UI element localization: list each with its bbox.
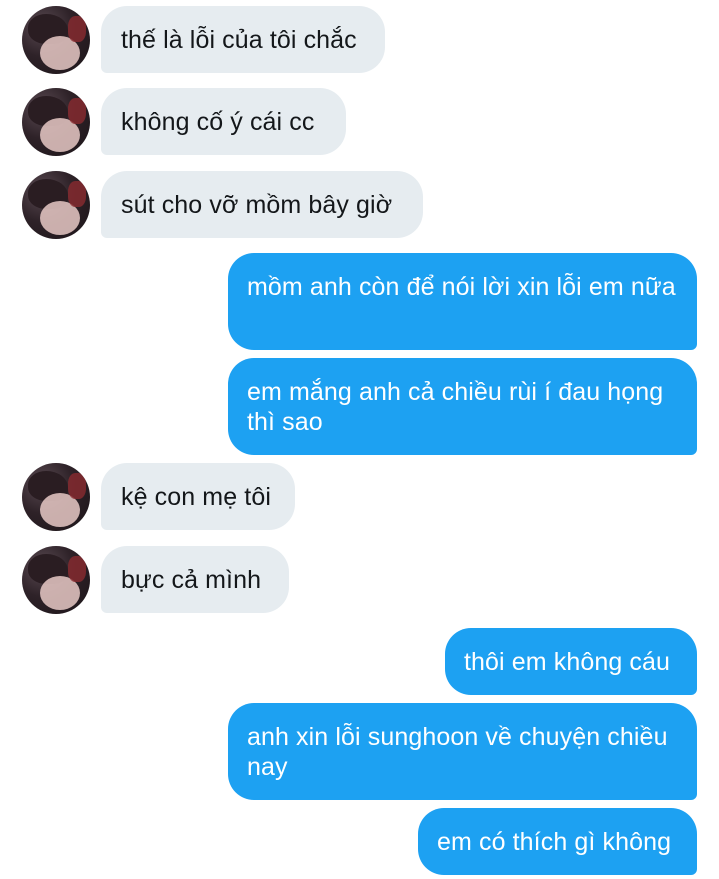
message-thread: thế là lỗi của tôi chắc không cố ý cái c… (0, 0, 719, 879)
user-avatar-icon[interactable] (22, 463, 90, 531)
outgoing-message-bubble[interactable]: em mắng anh cả chiều rùi í đau họng thì … (228, 358, 697, 455)
incoming-message-bubble[interactable]: thế là lỗi của tôi chắc (101, 6, 385, 73)
outgoing-message-bubble[interactable]: thôi em không cáu (445, 628, 697, 695)
user-avatar-icon[interactable] (22, 6, 90, 74)
outgoing-message-bubble[interactable]: anh xin lỗi sunghoon về chuyện chiều nay (228, 703, 697, 800)
user-avatar-icon[interactable] (22, 88, 90, 156)
incoming-message-bubble[interactable]: không cố ý cái cc (101, 88, 346, 155)
user-avatar-icon[interactable] (22, 171, 90, 239)
outgoing-message-bubble[interactable]: mồm anh còn để nói lời xin lỗi em nữa (228, 253, 697, 350)
incoming-message-bubble[interactable]: kệ con mẹ tôi (101, 463, 295, 530)
user-avatar-icon[interactable] (22, 546, 90, 614)
incoming-message-bubble[interactable]: bực cả mình (101, 546, 289, 613)
outgoing-message-bubble[interactable]: em có thích gì không (418, 808, 697, 875)
incoming-message-bubble[interactable]: sút cho vỡ mồm bây giờ (101, 171, 423, 238)
